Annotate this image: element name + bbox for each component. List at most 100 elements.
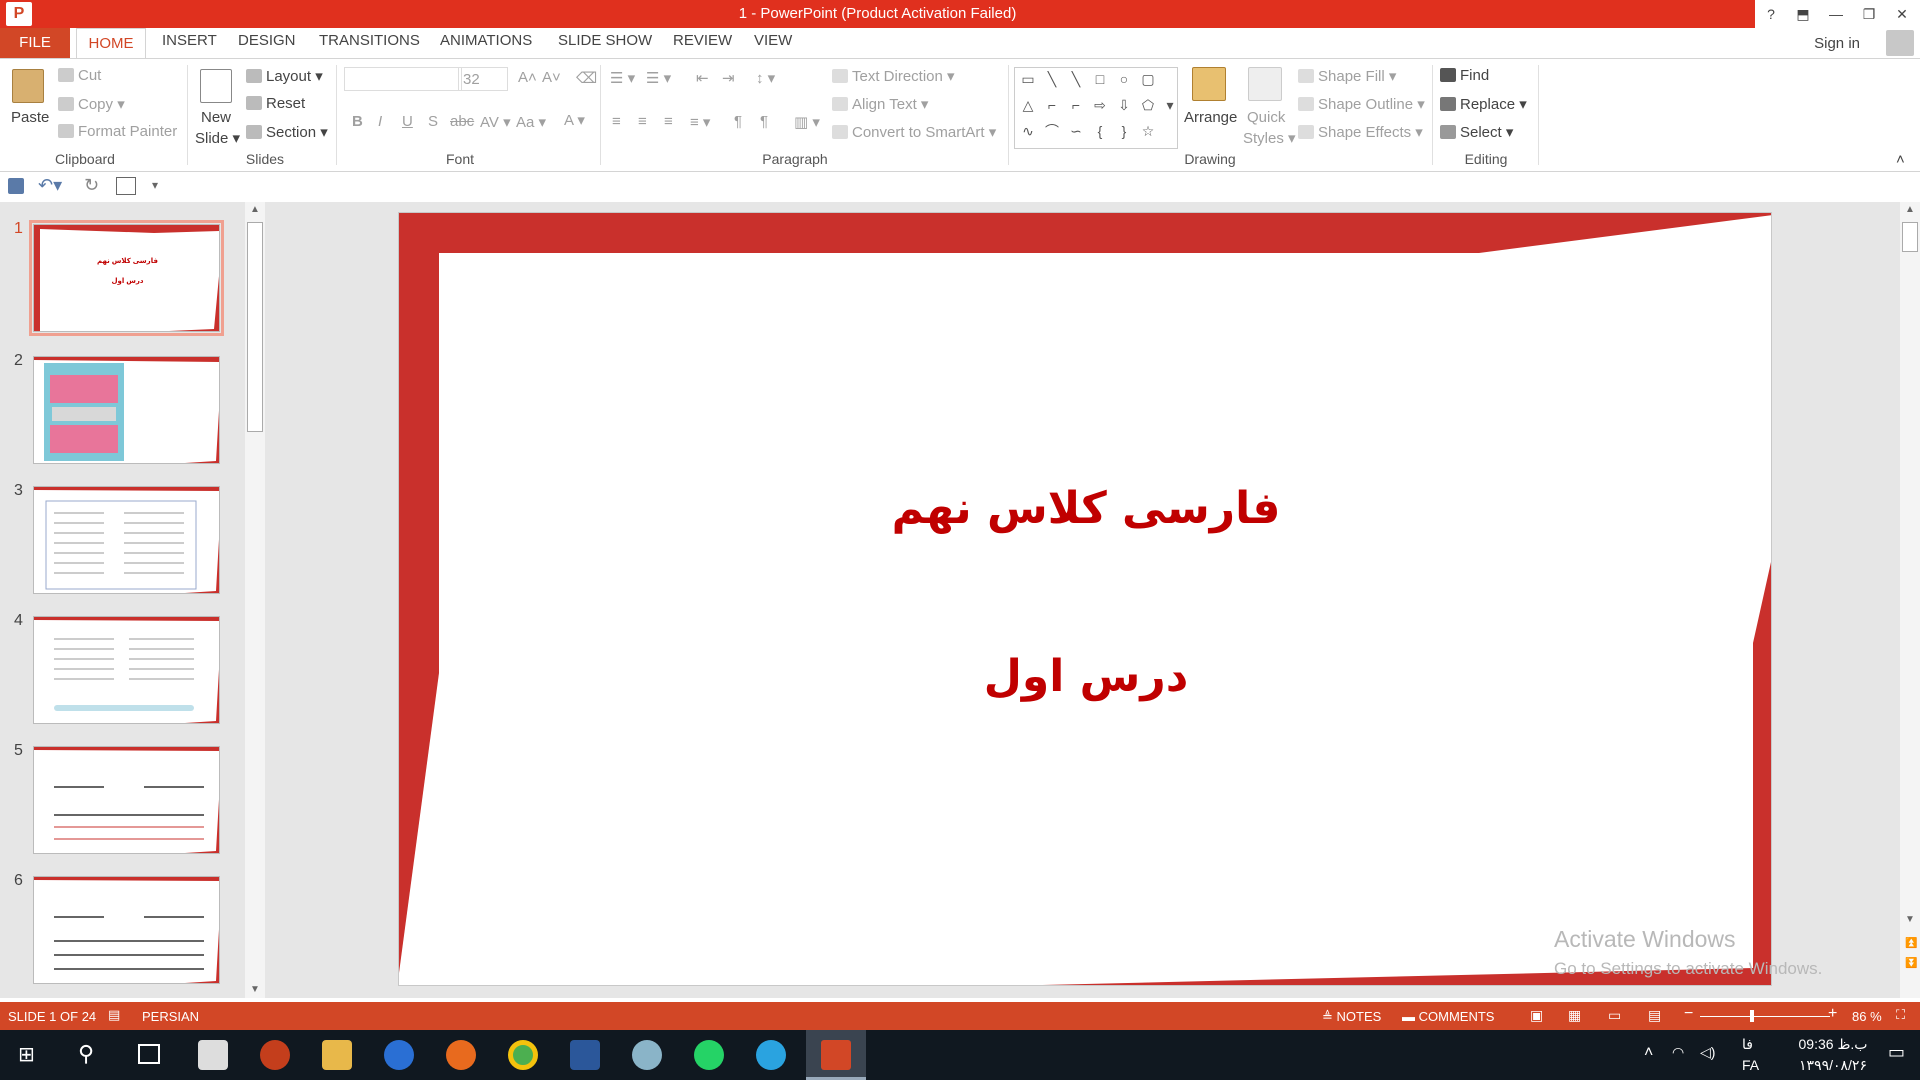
shadow-icon[interactable]: S [428, 113, 438, 130]
undo-icon[interactable]: ↶▾ [38, 175, 62, 196]
paint-icon[interactable] [632, 1040, 662, 1070]
slide-thumbnail-2[interactable] [33, 356, 220, 464]
collapse-ribbon-icon[interactable]: ˄ [1896, 151, 1905, 168]
telegram-icon[interactable] [756, 1040, 786, 1070]
notifications-icon[interactable]: ▭ [1888, 1042, 1905, 1063]
slide-thumbnail-4[interactable] [33, 616, 220, 724]
shape-effects-button[interactable]: Shape Effects ▾ [1298, 123, 1423, 141]
clock-time[interactable]: 09:36 ب.ظ [1778, 1036, 1888, 1053]
comments-button[interactable]: ▬ COMMENTS [1402, 1009, 1494, 1024]
slide-subtitle[interactable]: درس اول [399, 651, 1771, 702]
volume-icon[interactable]: ◁) [1700, 1044, 1715, 1061]
reading-view-icon[interactable]: ▭ [1608, 1007, 1621, 1024]
slide-thumbnail-5[interactable] [33, 746, 220, 854]
arc-shape-icon[interactable]: ⌒ [1043, 122, 1061, 140]
font-name-box[interactable] [344, 67, 462, 91]
text-direction-button[interactable]: Text Direction ▾ [832, 67, 955, 85]
increase-indent-icon[interactable]: ⇥ [722, 69, 735, 87]
right-brace-shape-icon[interactable]: } [1115, 122, 1133, 140]
align-text-button[interactable]: Align Text ▾ [832, 95, 928, 113]
user-avatar[interactable] [1886, 30, 1914, 56]
input-language-code[interactable]: FA [1742, 1057, 1759, 1073]
tab-animations[interactable]: ANIMATIONS [440, 32, 532, 49]
copy-button[interactable]: Copy ▾ [58, 95, 125, 113]
change-case-icon[interactable]: Aa ▾ [516, 113, 546, 131]
shrink-font-icon[interactable]: A˅ [542, 69, 561, 86]
notes-button[interactable]: ≜ NOTES [1322, 1009, 1381, 1025]
calculator-icon[interactable] [198, 1040, 228, 1070]
minimize-button[interactable]: — [1822, 3, 1850, 25]
paste-icon[interactable] [12, 69, 44, 103]
scroll-down-icon[interactable]: ▼ [250, 984, 260, 995]
shapes-gallery[interactable]: ▭ ╲ ╲ □ ○ ▢ △ ⌐ ⌐ ⇨ ⇩ ⬠ ∿ ⌒ ∽ { } ☆ ▾ [1014, 67, 1178, 149]
windows-start-icon[interactable]: ⊞ [18, 1044, 40, 1066]
elbow-arrow-icon[interactable]: ⌐ [1067, 96, 1085, 114]
restore-button[interactable]: ❐ [1855, 3, 1883, 25]
slide-scroll-thumb[interactable] [1902, 222, 1918, 252]
spell-check-icon[interactable]: ▤ [108, 1007, 120, 1023]
pdf-reader-icon[interactable] [260, 1040, 290, 1070]
down-arrow-shape-icon[interactable]: ⇩ [1115, 96, 1133, 114]
gallery-more-icon[interactable]: ▾ [1161, 96, 1179, 114]
align-left-icon[interactable]: ≡ [612, 113, 621, 130]
new-slide-label-1[interactable]: New [201, 109, 231, 126]
right-arrow-shape-icon[interactable]: ⇨ [1091, 96, 1109, 114]
oval-shape-icon[interactable]: ○ [1115, 70, 1133, 88]
file-explorer-icon[interactable] [322, 1040, 352, 1070]
whatsapp-icon[interactable] [694, 1040, 724, 1070]
close-button[interactable]: ✕ [1888, 3, 1916, 25]
freeform-shape-icon[interactable]: ∿ [1019, 122, 1037, 140]
scroll-up-icon[interactable]: ▲ [1905, 204, 1915, 215]
scroll-down-icon[interactable]: ▼ [1905, 914, 1915, 925]
tab-insert[interactable]: INSERT [162, 32, 217, 49]
language-indicator[interactable]: PERSIAN [142, 1009, 199, 1024]
arrange-button[interactable]: Arrange [1184, 109, 1237, 126]
tab-home[interactable]: HOME [76, 28, 146, 59]
next-slide-icon[interactable]: ⏬ [1905, 958, 1917, 969]
task-view-icon[interactable] [138, 1044, 160, 1064]
font-color-icon[interactable]: A ▾ [564, 111, 585, 129]
star-shape-icon[interactable]: ☆ [1139, 122, 1157, 140]
strikethrough-icon[interactable]: abc [450, 113, 474, 130]
tab-slide-show[interactable]: SLIDE SHOW [558, 32, 652, 49]
sign-in-link[interactable]: Sign in [1814, 35, 1860, 52]
elbow-connector-icon[interactable]: ⌐ [1043, 96, 1061, 114]
rounded-rect-shape-icon[interactable]: ▢ [1139, 70, 1157, 88]
slide-title[interactable]: فارسی کلاس نهم [399, 483, 1771, 534]
powerpoint-taskbar-button[interactable] [806, 1030, 866, 1080]
bullets-icon[interactable]: ☰ ▾ [610, 69, 635, 87]
clear-formatting-icon[interactable]: ⌫ [576, 69, 597, 87]
start-slideshow-icon[interactable] [116, 177, 136, 195]
slideshow-view-icon[interactable]: ▤ [1648, 1007, 1661, 1024]
reset-button[interactable]: Reset [246, 95, 305, 112]
firefox-icon[interactable] [446, 1040, 476, 1070]
zoom-slider-track[interactable] [1700, 1016, 1830, 1017]
ltr-icon[interactable]: ¶ [734, 113, 742, 130]
pentagon-shape-icon[interactable]: ⬠ [1139, 96, 1157, 114]
customize-qat-icon[interactable]: ▾ [152, 178, 158, 192]
slide-thumbnail-6[interactable] [33, 876, 220, 984]
cut-button[interactable]: Cut [58, 67, 101, 84]
thumbnail-scrollbar[interactable]: ▲ ▼ [245, 202, 265, 998]
scroll-up-icon[interactable]: ▲ [250, 204, 260, 215]
underline-icon[interactable]: U [402, 113, 413, 130]
zoom-slider-thumb[interactable] [1750, 1010, 1754, 1022]
left-brace-shape-icon[interactable]: { [1091, 122, 1109, 140]
search-icon[interactable]: ⚲ [78, 1041, 94, 1067]
help-button[interactable]: ? [1757, 3, 1785, 25]
tab-view[interactable]: VIEW [754, 32, 792, 49]
quick-styles-label-1[interactable]: Quick [1247, 109, 1285, 126]
font-size-box[interactable]: 32 [458, 67, 508, 91]
slide-thumbnail-1[interactable]: فارسی کلاس نهم درس اول [29, 220, 224, 336]
redo-icon[interactable]: ↻ [84, 175, 99, 196]
align-right-icon[interactable]: ≡ [664, 113, 673, 130]
line-spacing-icon[interactable]: ↕ ▾ [756, 69, 775, 87]
section-button[interactable]: Section ▾ [246, 123, 328, 141]
italic-icon[interactable]: I [378, 113, 382, 130]
justify-icon[interactable]: ≡ ▾ [690, 113, 710, 131]
grow-font-icon[interactable]: A˄ [518, 69, 537, 86]
convert-smartart-button[interactable]: Convert to SmartArt ▾ [832, 123, 996, 141]
tab-review[interactable]: REVIEW [673, 32, 732, 49]
clock-date[interactable]: ۱۳۹۹/۰۸/۲۶ [1778, 1057, 1888, 1074]
slide-scrollbar[interactable]: ▲ ▼ ⏫ ⏬ [1900, 202, 1920, 998]
